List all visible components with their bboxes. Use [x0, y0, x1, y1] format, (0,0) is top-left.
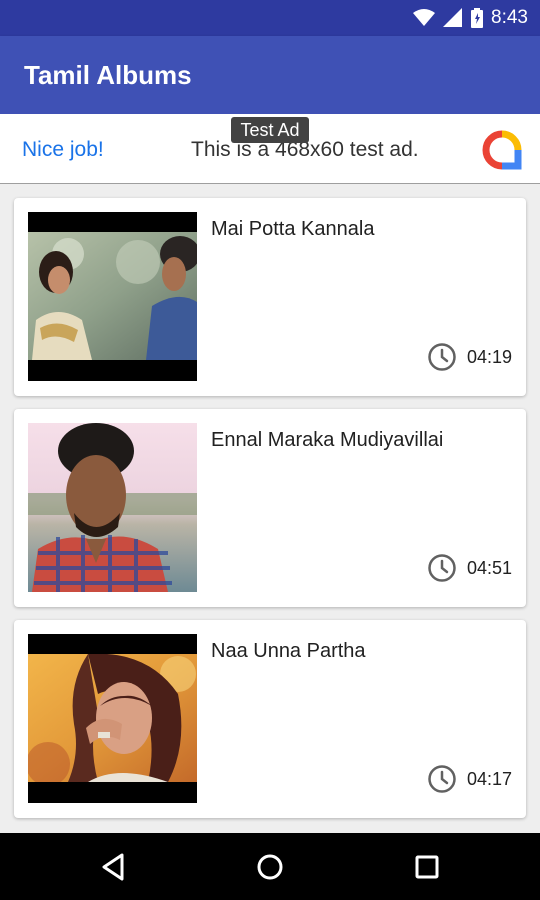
album-duration: 04:17	[427, 764, 512, 794]
album-card[interactable]: Naa Unna Partha 04:17	[14, 620, 526, 818]
clock-icon	[428, 554, 456, 582]
album-image	[28, 654, 197, 782]
clock-icon	[428, 343, 456, 371]
app-bar: Tamil Albums	[0, 36, 540, 114]
ad-nice-text: Nice job!	[22, 138, 104, 161]
app-title: Tamil Albums	[24, 60, 192, 90]
home-icon[interactable]	[252, 849, 288, 885]
duration-text: 04:51	[466, 557, 512, 578]
cell-signal-icon	[443, 8, 463, 27]
recents-icon[interactable]	[409, 849, 445, 885]
album-title: Mai Potta Kannala	[211, 218, 375, 240]
status-time: 8:43	[491, 7, 528, 28]
album-duration: 04:19	[427, 342, 512, 372]
status-icons: 8:43	[413, 6, 528, 30]
album-title: Ennal Maraka Mudiyavillai	[211, 429, 444, 451]
album-card[interactable]: Ennal Maraka Mudiyavillai 04:51	[14, 409, 526, 607]
status-bar: 8:43	[0, 0, 540, 36]
album-thumbnail	[28, 423, 197, 592]
duration-text: 04:19	[466, 346, 512, 367]
album-thumbnail	[28, 634, 197, 803]
back-icon[interactable]	[95, 849, 131, 885]
wifi-icon	[413, 9, 436, 26]
battery-icon	[471, 8, 484, 28]
album-duration: 04:51	[427, 553, 512, 583]
ad-logo-icon	[482, 130, 522, 170]
navigation-bar	[0, 833, 540, 900]
album-image	[28, 423, 197, 592]
album-image	[28, 232, 197, 360]
clock-icon	[428, 765, 456, 793]
test-ad-tag: Test Ad	[231, 117, 309, 143]
album-list: Mai Potta Kannala 04:19 Ennal Maraka Mud…	[14, 198, 526, 831]
album-title: Naa Unna Partha	[211, 640, 366, 662]
album-thumbnail	[28, 212, 197, 381]
album-card[interactable]: Mai Potta Kannala 04:19	[14, 198, 526, 396]
duration-text: 04:17	[466, 768, 512, 789]
